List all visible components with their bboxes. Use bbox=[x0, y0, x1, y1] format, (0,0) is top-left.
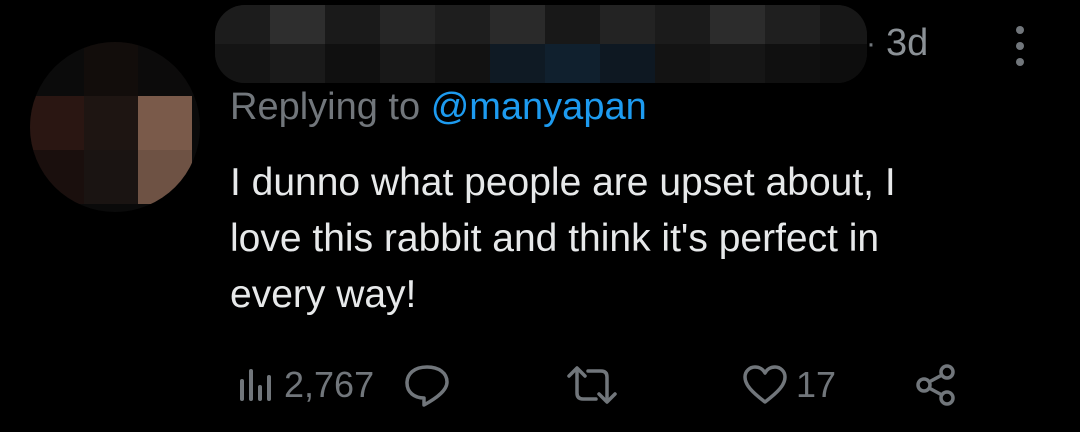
tweet-text-line: love this rabbit and think it's perfect … bbox=[230, 217, 880, 260]
tweet: · 3d Replying to @manyapan I dunno what … bbox=[0, 0, 1080, 432]
share-icon bbox=[914, 363, 958, 407]
replying-to-label: Replying to bbox=[230, 86, 421, 128]
replying-to: Replying to @manyapan bbox=[230, 86, 647, 129]
tweet-text: I dunno what people are upset about, I l… bbox=[230, 155, 1030, 323]
like-button[interactable]: 17 bbox=[742, 360, 836, 410]
retweet-icon bbox=[566, 365, 618, 405]
reply-icon bbox=[402, 363, 452, 407]
separator-dot: · bbox=[866, 26, 876, 60]
views-count: 2,767 bbox=[284, 364, 375, 405]
reply-button[interactable] bbox=[402, 360, 452, 410]
retweet-button[interactable] bbox=[566, 360, 618, 410]
tweet-text-line: every way! bbox=[230, 273, 417, 316]
tweet-text-line: I dunno what people are upset about, I bbox=[230, 161, 896, 204]
timestamp[interactable]: 3d bbox=[886, 22, 928, 65]
likes-count: 17 bbox=[796, 364, 837, 405]
share-button[interactable] bbox=[914, 360, 958, 410]
tweet-meta: · 3d bbox=[866, 22, 928, 65]
author-name-redacted[interactable] bbox=[215, 5, 867, 83]
replying-to-handle-link[interactable]: @manyapan bbox=[431, 86, 647, 128]
views-icon bbox=[236, 365, 276, 405]
like-icon bbox=[742, 365, 788, 405]
views-button[interactable]: 2,767 bbox=[236, 360, 374, 410]
action-bar: 2,767 17 bbox=[236, 360, 976, 410]
avatar[interactable] bbox=[30, 42, 200, 212]
more-options-icon[interactable] bbox=[1006, 26, 1034, 66]
